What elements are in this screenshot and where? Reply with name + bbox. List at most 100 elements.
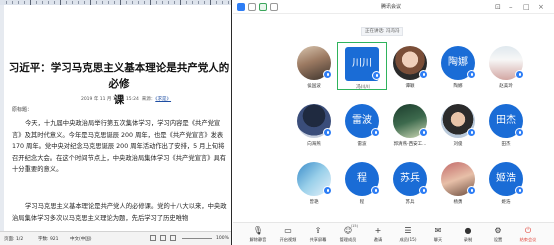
toolbar-button-2[interactable]: ⇪ 共享屏幕 bbox=[305, 223, 331, 245]
ruler-tick bbox=[192, 1, 193, 4]
toolbar-button-label: 开启视频 bbox=[279, 237, 297, 242]
paragraph-2-text: 学习马克思主义基本理论是共产党人的必修课。党的十八大以来，中央政治局集体学习多次… bbox=[12, 203, 227, 222]
ruler-tick bbox=[42, 1, 43, 4]
mic-status-icon bbox=[467, 128, 476, 137]
signal-icon[interactable] bbox=[270, 3, 278, 11]
toolbar-button-1[interactable]: ▭ 开启视频 bbox=[275, 223, 301, 245]
mic-status-icon bbox=[419, 186, 428, 195]
toolbar-button-4[interactable]: + 邀请 bbox=[365, 223, 391, 245]
zoom-slider[interactable] bbox=[182, 238, 212, 239]
participant-name: 向海燕 bbox=[307, 142, 321, 147]
info-icon[interactable] bbox=[248, 3, 256, 11]
status-page[interactable]: 页面: 1/2 bbox=[4, 236, 23, 242]
participant-tile[interactable]: 谭颖 bbox=[385, 42, 435, 90]
participant-tile[interactable]: 川川 冯川川 bbox=[337, 42, 387, 90]
ruler-tick bbox=[144, 1, 145, 4]
participant-name: 谭颖 bbox=[405, 84, 415, 89]
toolbar-button-label: 共享屏幕 bbox=[309, 237, 327, 242]
toolbar-button-9[interactable]: ⏻ 结束会议 bbox=[515, 223, 541, 245]
toolbar-button-label: 聊天 bbox=[433, 237, 443, 242]
participant-tile[interactable]: 向海燕 bbox=[289, 100, 339, 148]
invite-icon: + bbox=[374, 226, 382, 235]
ruler-tick bbox=[12, 1, 13, 4]
participant-name: 刘俊 bbox=[453, 142, 463, 147]
toolbar-button-6[interactable]: ✉ 聊天 bbox=[425, 223, 451, 245]
toolbar-button-5[interactable]: ☰ 成员(15) bbox=[395, 223, 421, 245]
document-meta: 2019 年 11 月 15 日 15:24 来源：《求是》 bbox=[26, 96, 226, 102]
document-date: 2019 年 11 月 15 日 15:24 bbox=[80, 97, 139, 102]
mic-status-icon bbox=[419, 128, 428, 137]
participant-tile[interactable]: 杨勇 bbox=[433, 158, 483, 206]
status-word-count[interactable]: 字数: 921 bbox=[38, 236, 59, 242]
pin-icon[interactable]: ⊡ bbox=[495, 2, 501, 12]
toolbar-button-label: 设置 bbox=[493, 237, 503, 242]
toolbar-button-7[interactable]: ● 录制 bbox=[455, 223, 481, 245]
meeting-title-bar: 腾讯会议 ⊡ – □ × bbox=[233, 0, 554, 14]
shield-icon[interactable] bbox=[259, 3, 267, 11]
toolbar-button-label: 管理成员 bbox=[339, 237, 357, 242]
ruler-tick bbox=[96, 1, 97, 4]
participant-tile[interactable]: 刘俊 bbox=[433, 100, 483, 148]
zoom-level[interactable]: 100% bbox=[216, 236, 229, 241]
member-count-badge: (15) bbox=[350, 224, 358, 228]
participant-tile[interactable]: 田杰 田杰 bbox=[481, 100, 531, 148]
ruler-tick bbox=[138, 1, 139, 4]
mic-status-icon bbox=[515, 128, 524, 137]
member-list-icon: ☰ bbox=[404, 226, 412, 235]
status-language[interactable]: 中文(中国) bbox=[70, 236, 92, 242]
participant-tile[interactable]: 郭清燕-西安工... bbox=[385, 100, 435, 148]
document-original-title-label: 原标题： bbox=[12, 107, 33, 113]
word-status-bar: 页面: 1/2 字数: 921 中文(中国) 100% bbox=[0, 231, 231, 245]
minimize-icon[interactable]: – bbox=[509, 2, 513, 12]
close-icon[interactable]: × bbox=[538, 2, 544, 12]
meeting-app-title: 腾讯会议 bbox=[380, 4, 401, 10]
participant-tile[interactable]: 侯国波 bbox=[289, 42, 339, 90]
participant-name: 杨勇 bbox=[453, 200, 463, 205]
mic-status-icon bbox=[371, 128, 380, 137]
share-screen-icon: ⇪ bbox=[314, 226, 322, 235]
mic-status-icon bbox=[515, 186, 524, 195]
participant-tile[interactable]: 曾艳 bbox=[289, 158, 339, 206]
participant-tile[interactable]: 陶娜 陶娜 bbox=[433, 42, 483, 90]
toolbar-button-label: 结束会议 bbox=[519, 237, 537, 242]
meeting-toolbar: 🎙 解除静音 ▭ 开启视频 ⇪ 共享屏幕 ☺ 管理成员 (15) + 邀请 ☰ 成员(15) ✉ 聊天 ● 录制… bbox=[233, 222, 554, 245]
mic-status-icon bbox=[419, 70, 428, 79]
document-source-link[interactable]: 《求是》 bbox=[155, 97, 171, 102]
document-paragraph-2[interactable]: 学习马克思主义基本理论是共产党人的必修课。党的十八大以来，中央政治局集体学习多次… bbox=[12, 201, 227, 224]
print-layout-icon[interactable] bbox=[160, 235, 166, 241]
speaking-name: 冯冯冯 bbox=[385, 29, 400, 34]
toolbar-button-3[interactable]: ☺ 管理成员 (15) bbox=[335, 223, 361, 245]
toolbar-button-label: 解除静音 bbox=[249, 237, 267, 242]
mic-status-icon bbox=[323, 186, 332, 195]
participant-name: 赵美玲 bbox=[499, 84, 513, 89]
participant-tile[interactable]: 苏兵 苏兵 bbox=[385, 158, 435, 206]
maximize-icon[interactable]: □ bbox=[523, 2, 530, 12]
meeting-window: 腾讯会议 ⊡ – □ × 正在讲话: 冯冯冯 侯国波 川川 冯川川 谭颖 陶娜 陶娜 赵美玲… bbox=[233, 0, 554, 245]
toolbar-button-label: 邀请 bbox=[373, 237, 383, 242]
document-paragraph-1[interactable]: 今天，十九届中央政治局举行第五次集体学习，学习内容是《共产党宣言》及其时代意义。… bbox=[12, 118, 227, 176]
ruler-tick bbox=[222, 1, 223, 4]
read-mode-icon[interactable] bbox=[150, 235, 156, 241]
participant-name: 田杰 bbox=[501, 142, 511, 147]
ruler-tick bbox=[198, 1, 199, 4]
web-layout-icon[interactable] bbox=[170, 235, 176, 241]
ruler-tick bbox=[174, 1, 175, 4]
ruler-tick bbox=[24, 1, 25, 4]
ruler-tick bbox=[156, 1, 157, 4]
participant-name: 雷波 bbox=[357, 142, 367, 147]
toolbar-button-0[interactable]: 🎙 解除静音 bbox=[245, 223, 271, 245]
document-source-prefix: 来源： bbox=[141, 97, 156, 102]
mic-status-icon bbox=[323, 128, 332, 137]
ruler-tick bbox=[18, 1, 19, 4]
ruler-tick bbox=[102, 1, 103, 4]
participant-tile[interactable]: 程程 bbox=[337, 158, 387, 206]
document-title-line-1: 习近平：学习马克思主义基本理论是共产党人的必修 bbox=[8, 62, 230, 90]
toolbar-button-8[interactable]: ⚙ 设置 bbox=[485, 223, 511, 245]
ruler-tick bbox=[132, 1, 133, 4]
ruler-tick bbox=[108, 1, 109, 4]
participant-tile[interactable]: 姬浩 姬浩 bbox=[481, 158, 531, 206]
participant-tile[interactable]: 赵美玲 bbox=[481, 42, 531, 90]
participant-name: 苏兵 bbox=[405, 200, 415, 205]
participant-tile[interactable]: 雷波 雷波 bbox=[337, 100, 387, 148]
ruler-tick bbox=[66, 1, 67, 4]
